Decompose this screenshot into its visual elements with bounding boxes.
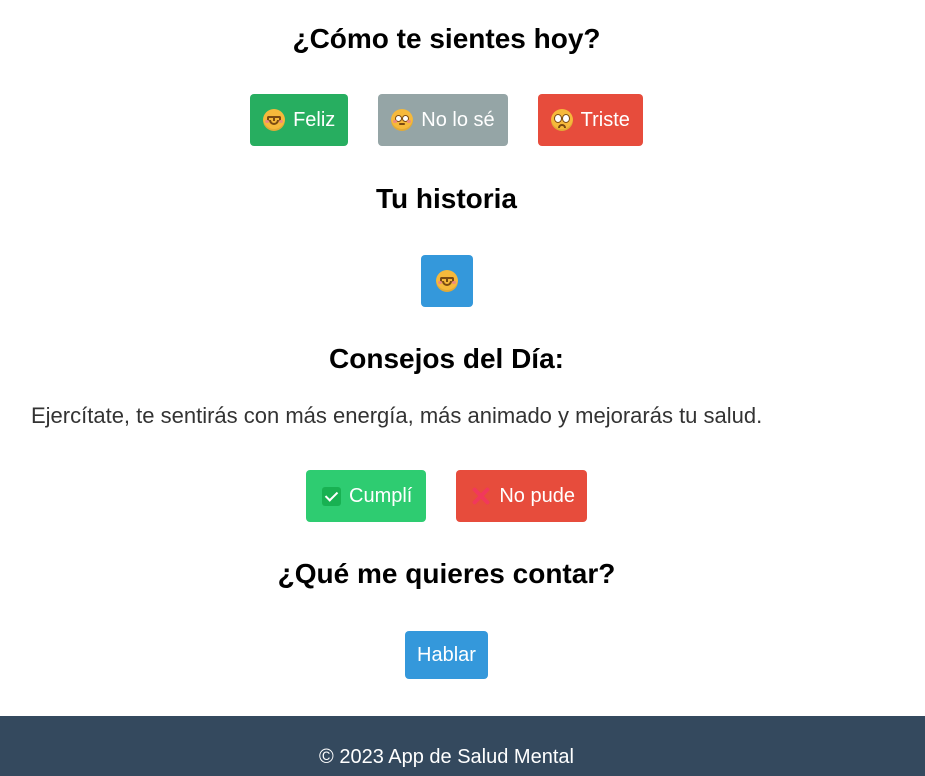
tip-text: Ejercítate, te sentirás con más energía,… — [31, 403, 763, 428]
talk-title: ¿Qué me quieres contar? — [277, 558, 616, 589]
page: ¿Cómo te sientes hoy? Feliz No lo sé Tri… — [0, 0, 925, 776]
mood-buttons: Feliz No lo sé Triste — [0, 94, 893, 146]
unsure-button-label: No lo sé — [421, 108, 495, 131]
happy-button[interactable]: Feliz — [250, 94, 349, 146]
talk-actions: Hablar — [0, 631, 893, 679]
tips-title: Consejos del Día: — [329, 343, 564, 374]
footer-text: © 2023 App de Salud Mental — [319, 746, 574, 768]
check-mark-icon — [322, 486, 341, 506]
pleading-face-icon — [550, 109, 573, 131]
mood-title: ¿Cómo te sientes hoy? — [292, 23, 601, 54]
happy-button-label: Feliz — [293, 108, 336, 131]
history-entry[interactable] — [420, 255, 473, 307]
sad-button[interactable]: Triste — [537, 94, 643, 146]
cross-mark-icon — [471, 486, 491, 506]
flushed-face-icon — [391, 109, 414, 131]
smiling-face-icon — [263, 109, 286, 131]
talk-button-label: Hablar — [417, 643, 476, 666]
footer: © 2023 App de Salud Mental — [0, 716, 925, 776]
done-button-label: Cumplí — [349, 484, 413, 507]
talk-button[interactable]: Hablar — [405, 631, 488, 679]
history-list — [0, 255, 893, 307]
fail-button-label: No pude — [499, 484, 575, 507]
tip-actions: Cumplí No pude — [0, 470, 893, 522]
sad-button-label: Triste — [580, 108, 630, 131]
done-button[interactable]: Cumplí — [306, 470, 427, 522]
history-title: Tu historia — [375, 183, 518, 214]
smiling-face-icon — [435, 270, 458, 292]
unsure-button[interactable]: No lo sé — [378, 94, 508, 146]
fail-button[interactable]: No pude — [456, 470, 587, 522]
